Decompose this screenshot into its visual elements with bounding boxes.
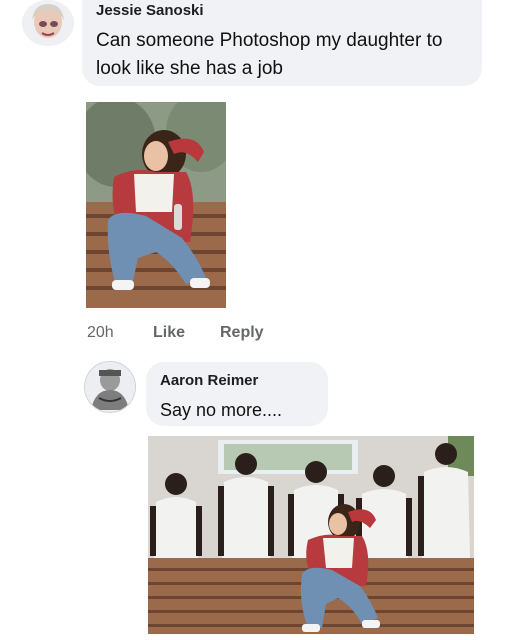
reply-button[interactable]: Reply bbox=[220, 324, 264, 342]
like-button[interactable]: Like bbox=[153, 324, 185, 342]
comment-photo[interactable] bbox=[86, 102, 226, 308]
reply-photo[interactable] bbox=[148, 436, 474, 634]
avatar-jessie-sanoski[interactable] bbox=[22, 0, 74, 46]
photo-photoshopped-group bbox=[148, 436, 474, 634]
comment-text: Say no more.... bbox=[160, 400, 283, 420]
avatar-aaron-reimer[interactable] bbox=[84, 361, 136, 413]
photo-girl-on-bench bbox=[86, 102, 226, 308]
comment-author[interactable]: Jessie Sanoski bbox=[96, 2, 204, 19]
avatar-image bbox=[85, 362, 135, 412]
avatar-image bbox=[22, 0, 74, 46]
comment-timestamp[interactable]: 20h bbox=[87, 324, 114, 342]
comment-author[interactable]: Aaron Reimer bbox=[160, 372, 258, 389]
comment-text: Can someone Photoshop my daughter to loo… bbox=[96, 30, 443, 79]
